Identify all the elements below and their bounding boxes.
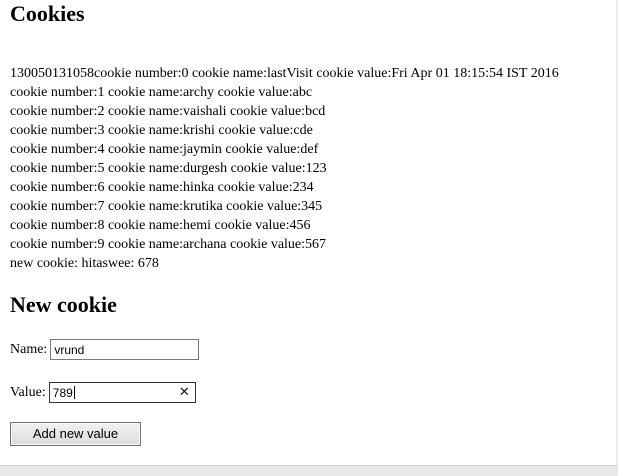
cookie-row: cookie number:2 cookie name:vaishali coo… [10, 104, 326, 119]
name-input-value: vrund [54, 342, 85, 357]
cookie-row: cookie number:1 cookie name:archy cookie… [10, 85, 313, 100]
cookie-row: cookie number:7 cookie name:krutika cook… [10, 199, 323, 214]
cookies-heading: Cookies [10, 1, 85, 26]
name-input[interactable]: vrund [50, 339, 200, 360]
cookie-row: 130050131058cookie number:0 cookie name:… [10, 66, 559, 81]
value-input[interactable]: 789 ✕ [48, 382, 196, 403]
new-cookie-row: new cookie: hitaswee: 678 [10, 256, 159, 271]
value-label: Value: [10, 384, 46, 400]
cookie-row: cookie number:8 cookie name:hemi cookie … [10, 218, 311, 233]
cookie-row: cookie number:9 cookie name:archana cook… [10, 237, 327, 252]
text-caret [73, 386, 75, 399]
bottom-bar [0, 465, 618, 476]
clear-icon[interactable]: ✕ [179, 384, 190, 401]
cookie-row: cookie number:4 cookie name:jaymin cooki… [10, 142, 319, 157]
value-input-value: 789 [52, 385, 73, 400]
cookie-list: 130050131058cookie number:0 cookie name:… [10, 64, 610, 273]
name-row: Name: vrund [10, 339, 200, 360]
cookie-row: cookie number:5 cookie name:durgesh cook… [10, 161, 327, 176]
add-new-value-button[interactable]: Add new value [10, 422, 141, 446]
value-row: Value: 789 ✕ [10, 382, 196, 403]
new-cookie-heading: New cookie [10, 292, 117, 317]
cookie-row: cookie number:6 cookie name:hinka cookie… [10, 180, 314, 195]
name-label: Name: [10, 341, 48, 357]
page: Cookies 130050131058cookie number:0 cook… [0, 0, 618, 476]
cookie-row: cookie number:3 cookie name:krishi cooki… [10, 123, 313, 138]
